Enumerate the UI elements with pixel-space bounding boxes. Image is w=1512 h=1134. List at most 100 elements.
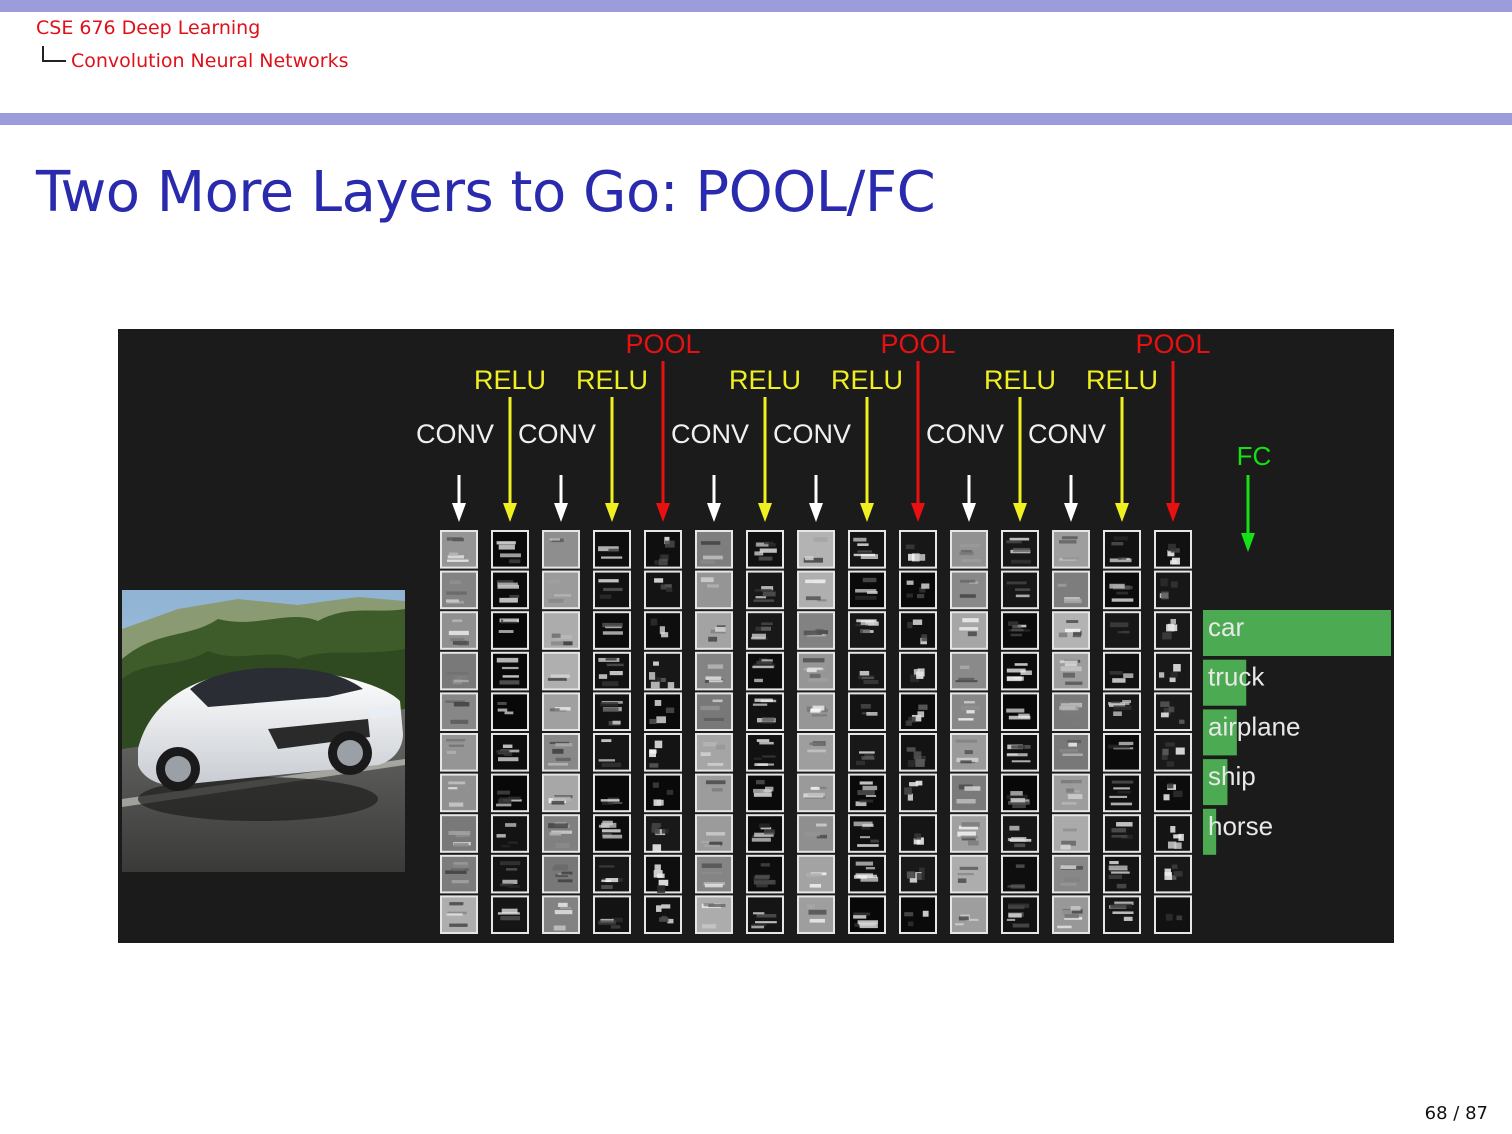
feature-map	[695, 570, 733, 610]
feature-mark	[858, 751, 875, 754]
feature-mark	[865, 866, 876, 870]
feature-mark	[1062, 753, 1083, 756]
feature-mark	[1170, 618, 1176, 624]
feature-mark	[916, 873, 925, 881]
feature-mark	[700, 577, 714, 583]
feature-mark	[1179, 719, 1185, 724]
feature-mark	[450, 719, 469, 724]
header-bar-top	[0, 0, 1512, 12]
feature-mark	[551, 633, 561, 638]
feature-mark	[1173, 790, 1183, 798]
feature-mark	[805, 596, 821, 601]
feature-map	[440, 854, 478, 894]
feature-mark	[904, 912, 914, 917]
feature-mark	[968, 840, 979, 846]
feature-mark	[652, 782, 659, 788]
feature-mark	[915, 758, 925, 767]
feature-mark	[446, 559, 469, 562]
feature-mark	[552, 796, 571, 801]
feature-mark	[1015, 864, 1025, 868]
feature-mark	[959, 579, 976, 583]
feature-mark	[496, 750, 510, 753]
feature-mark	[654, 740, 663, 749]
feature-mark	[1064, 914, 1079, 919]
feature-mark	[455, 675, 467, 680]
feature-mark	[498, 630, 514, 633]
feature-mark	[708, 680, 723, 683]
feature-mark	[507, 885, 520, 888]
feature-mark	[1020, 670, 1032, 675]
feature-mark	[1066, 788, 1075, 793]
layer-label-conv: CONV	[671, 419, 749, 449]
feature-mark	[601, 885, 613, 889]
feature-mark	[865, 794, 877, 798]
feature-mark	[558, 902, 568, 908]
feature-mark	[1014, 843, 1026, 848]
feature-mark	[805, 579, 826, 584]
feature-mark	[1117, 631, 1130, 634]
feature-mark	[1171, 864, 1178, 869]
feature-mark	[960, 705, 981, 711]
feature-mark	[754, 874, 770, 879]
feature-mark	[1011, 836, 1027, 842]
feature-mark	[1058, 700, 1070, 704]
feature-mark	[1012, 923, 1030, 928]
feature-mark	[650, 618, 658, 626]
feature-mark	[649, 749, 656, 758]
feature-mark	[957, 872, 974, 876]
layer-arrowhead-conv	[809, 503, 823, 522]
feature-map	[644, 895, 682, 935]
feature-mark	[712, 699, 723, 703]
layer-label-conv: CONV	[518, 419, 596, 449]
feature-mark	[609, 671, 623, 676]
feature-mark	[503, 619, 518, 622]
feature-mark	[1060, 865, 1077, 870]
feature-mark	[1167, 841, 1177, 849]
feature-mark	[967, 631, 977, 637]
feature-mark	[658, 917, 669, 922]
feature-map	[695, 651, 733, 691]
feature-mark	[451, 880, 469, 884]
feature-mark	[700, 752, 711, 757]
feature-map	[1154, 854, 1192, 894]
feature-mark	[905, 720, 912, 726]
feature-mark	[602, 834, 623, 839]
feature-mark	[701, 924, 716, 929]
feature-mark	[1006, 918, 1016, 921]
feature-mark	[652, 844, 662, 852]
feature-mark	[860, 704, 871, 709]
feature-mark	[959, 544, 981, 548]
feature-mark	[610, 925, 621, 929]
feature-mark	[912, 619, 923, 625]
feature-mark	[548, 677, 567, 681]
feature-mark	[1061, 802, 1077, 805]
feature-mark	[1111, 701, 1121, 704]
feature-mark	[1111, 828, 1127, 833]
layer-arrowhead-conv	[962, 503, 976, 522]
feature-mark	[1060, 666, 1082, 672]
feature-mark	[1006, 753, 1028, 757]
feature-mark	[703, 555, 723, 560]
feature-mark	[705, 676, 722, 680]
layer-arrowhead-conv	[1064, 503, 1078, 522]
feature-mark	[1109, 583, 1125, 589]
feature-map	[797, 895, 835, 935]
feature-mark	[599, 702, 619, 707]
feature-mark	[1168, 543, 1176, 552]
feature-mark	[960, 760, 972, 764]
feature-mark	[922, 910, 929, 917]
layer-label-conv: CONV	[416, 419, 494, 449]
feature-mark	[448, 630, 469, 636]
activation-column-relu	[848, 530, 886, 935]
feature-mark	[448, 831, 471, 835]
feature-mark	[855, 589, 877, 593]
feature-mark	[446, 913, 463, 916]
feature-mark	[1012, 803, 1026, 809]
feature-mark	[1067, 740, 1082, 744]
feature-mark	[452, 619, 463, 623]
feature-mark	[1165, 913, 1172, 920]
feature-mark	[552, 866, 569, 871]
feature-mark	[602, 707, 619, 713]
feature-mark	[1057, 583, 1067, 587]
feature-mark	[449, 580, 462, 585]
